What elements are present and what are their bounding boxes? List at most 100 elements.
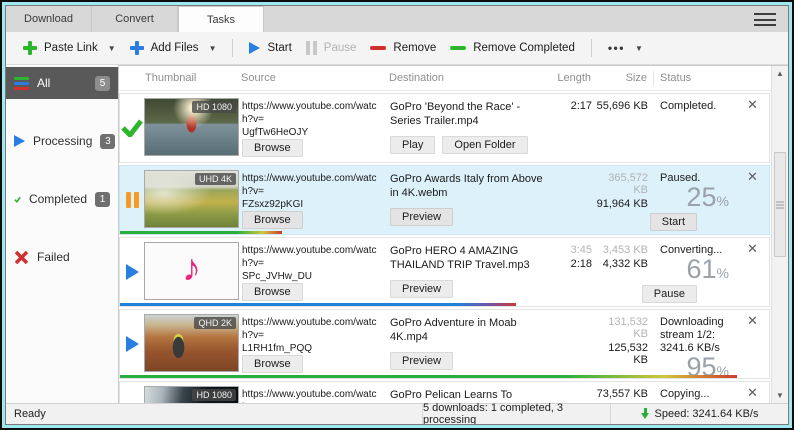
- hamburger-menu-icon[interactable]: [754, 13, 776, 26]
- scroll-down-icon[interactable]: ▼: [772, 391, 788, 400]
- preview-button[interactable]: Preview: [390, 280, 453, 298]
- scrollbar-thumb[interactable]: [774, 152, 786, 257]
- tab-convert[interactable]: Convert: [92, 6, 178, 32]
- sidebar-item-label: All: [37, 76, 50, 90]
- row-state-cell: [120, 310, 144, 378]
- task-rows: HD 1080 https://www.youtube.com/watch?v=…: [119, 91, 771, 403]
- size-cell: 73,557 KB: [592, 382, 648, 403]
- pause-button[interactable]: Pause: [299, 37, 364, 59]
- toolbar: Paste Link ▼ Add Files ▼ Start Pause Rem…: [6, 32, 788, 65]
- destination-buttons: Play Open Folder: [390, 136, 550, 154]
- row-state-cell: [120, 166, 144, 234]
- thumbnail-cell: HD 1080: [144, 382, 242, 403]
- remove-task-button[interactable]: ✕: [747, 238, 769, 306]
- add-files-button[interactable]: Add Files ▼: [123, 37, 224, 59]
- start-button[interactable]: Start: [242, 38, 298, 58]
- play-icon: [249, 42, 260, 54]
- scroll-up-icon[interactable]: ▲: [772, 69, 788, 78]
- thumbnail-cell: UHD 4K: [144, 166, 242, 234]
- remove-task-button[interactable]: ✕: [747, 382, 769, 403]
- task-row[interactable]: UHD 4K https://www.youtube.com/watch?v=F…: [119, 165, 770, 235]
- browse-button[interactable]: Browse: [242, 283, 303, 301]
- progress-bar: [120, 303, 516, 306]
- size-value: 125,532 KB: [592, 342, 648, 366]
- length-cell: 3:45 2:18: [550, 238, 592, 306]
- count-badge: 3: [100, 134, 115, 149]
- count-badge: 1: [95, 192, 110, 207]
- table-header: Thumbnail Source Destination Length Size…: [119, 66, 771, 91]
- size-cell: 55,696 KB: [592, 94, 648, 162]
- quality-badge: QHD 2K: [194, 317, 236, 329]
- size-cell: 131,532 KB 125,532 KB: [592, 310, 648, 378]
- length-value: 2:17: [550, 100, 592, 112]
- quality-badge: UHD 4K: [195, 173, 236, 185]
- row-action-button[interactable]: Pause: [642, 285, 697, 303]
- header-status[interactable]: Status: [653, 71, 749, 86]
- header-thumbnail[interactable]: Thumbnail: [143, 72, 241, 84]
- task-row[interactable]: HD 1080 https://www.youtube.com/watch?v=…: [119, 93, 770, 163]
- length-cell: 2:17: [550, 94, 592, 162]
- destination-filename: GoPro 'Beyond the Race' - Series Trailer…: [390, 100, 550, 128]
- remove-task-button[interactable]: ✕: [747, 94, 769, 162]
- source-cell: https://www.youtube.com/watch?v=SPc_JVHw…: [242, 238, 390, 306]
- chevron-down-icon[interactable]: ▼: [108, 44, 116, 53]
- length-value: 2:18: [550, 258, 592, 270]
- sidebar-item-completed[interactable]: Completed 1: [6, 183, 118, 215]
- progress-percent: 61%: [660, 254, 747, 285]
- quality-badge: HD 1080: [192, 389, 236, 401]
- size-value: 4,332 KB: [592, 258, 648, 270]
- destination-filename: GoPro HERO 4 AMAZING THAILAND TRIP Trave…: [390, 244, 550, 272]
- task-row[interactable]: https://www.youtube.com/watch?v=SPc_JVHw…: [119, 237, 770, 307]
- browse-button[interactable]: Browse: [242, 139, 303, 157]
- size-value: 55,696 KB: [592, 100, 648, 112]
- tab-tasks[interactable]: Tasks: [178, 6, 264, 32]
- status-text: Completed.: [660, 100, 747, 113]
- more-options-button[interactable]: ••• ▼: [601, 37, 650, 59]
- header-source[interactable]: Source: [241, 72, 389, 84]
- destination-cell: GoPro Awards Italy from Above in 4K.webm…: [390, 166, 550, 234]
- source-url: https://www.youtube.com/watch?v=puJ0nnOW…: [242, 388, 382, 403]
- progress-percent: 25%: [660, 182, 747, 213]
- size-value: 73,557 KB: [592, 388, 648, 400]
- play-button[interactable]: Play: [390, 136, 435, 154]
- destination-filename: GoPro Pelican Learns To Fish.mp4: [390, 388, 550, 403]
- status-cell: Downloading stream 1/2: 3241.6 KB/s 95% …: [648, 310, 747, 378]
- play-icon: [126, 264, 139, 280]
- remove-task-button[interactable]: ✕: [747, 166, 769, 234]
- tab-download[interactable]: Download: [6, 6, 92, 32]
- video-thumbnail: UHD 4K: [144, 170, 239, 228]
- tab-bar: Download Convert Tasks: [6, 6, 788, 32]
- browse-button[interactable]: Browse: [242, 355, 303, 373]
- sidebar: All 5 Processing 3 Completed 1: [6, 65, 118, 403]
- header-size[interactable]: Size: [591, 72, 647, 84]
- pause-icon: [306, 41, 317, 55]
- app-frame: Download Convert Tasks Paste Link ▼ Add …: [5, 5, 789, 425]
- destination-cell: GoPro Adventure in Moab 4K.mp4 Preview: [390, 310, 550, 378]
- task-row[interactable]: QHD 2K https://www.youtube.com/watch?v=L…: [119, 309, 770, 379]
- sidebar-item-failed[interactable]: Failed: [6, 241, 118, 273]
- remove-button[interactable]: Remove: [363, 38, 443, 58]
- preview-button[interactable]: Preview: [390, 208, 453, 226]
- remove-task-button[interactable]: ✕: [747, 310, 769, 378]
- preview-button[interactable]: Preview: [390, 352, 453, 370]
- remove-completed-button[interactable]: Remove Completed: [443, 38, 582, 58]
- speed-label: Speed: 3241.64 KB/s: [655, 408, 759, 420]
- sidebar-item-all[interactable]: All 5: [6, 67, 118, 99]
- main-area: All 5 Processing 3 Completed 1: [6, 65, 788, 403]
- destination-buttons: Preview: [390, 208, 550, 226]
- plus-icon: [130, 41, 144, 55]
- task-row[interactable]: HD 1080 https://www.youtube.com/watch?v=…: [119, 381, 770, 403]
- app-window: Download Convert Tasks Paste Link ▼ Add …: [0, 0, 794, 430]
- sidebar-item-processing[interactable]: Processing 3: [6, 125, 118, 157]
- row-action-button[interactable]: Start: [650, 213, 697, 231]
- paste-link-button[interactable]: Paste Link ▼: [16, 37, 123, 59]
- check-icon: [121, 119, 143, 137]
- open-folder-button[interactable]: Open Folder: [442, 136, 527, 154]
- header-length[interactable]: Length: [549, 72, 591, 84]
- chevron-down-icon[interactable]: ▼: [209, 44, 217, 53]
- check-icon: [14, 192, 21, 207]
- browse-button[interactable]: Browse: [242, 211, 303, 229]
- scrollbar[interactable]: ▲ ▼: [771, 66, 788, 403]
- status-downloads: 5 downloads: 1 completed, 3 processing: [422, 404, 610, 424]
- header-destination[interactable]: Destination: [389, 72, 549, 84]
